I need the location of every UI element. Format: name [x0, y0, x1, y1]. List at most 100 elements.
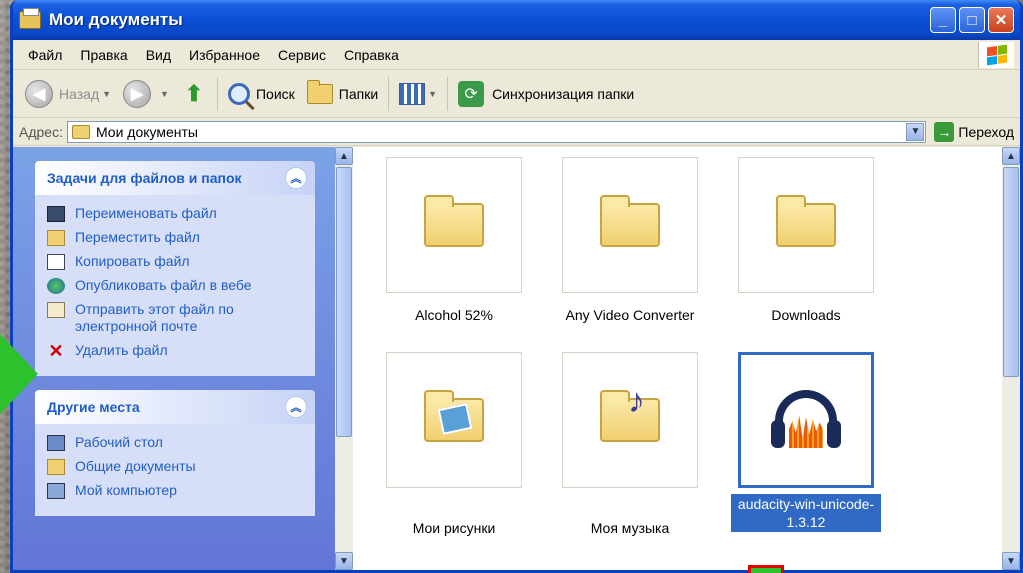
address-input[interactable]: Мои документы ▼: [66, 120, 927, 143]
task-copy[interactable]: Копировать файл: [47, 253, 315, 270]
delete-icon: ✕: [48, 341, 64, 361]
task-label: Отправить этот файл по электронной почте: [75, 301, 234, 334]
place-label: Мой компьютер: [75, 482, 177, 498]
scroll-up-icon[interactable]: ▲: [1002, 147, 1020, 165]
back-dropdown-icon[interactable]: ▼: [102, 89, 111, 99]
views-icon: [399, 82, 426, 105]
forward-dropdown-icon[interactable]: ▼: [160, 89, 169, 99]
back-arrow-icon: ◀: [25, 79, 53, 108]
windows-logo-icon: [978, 42, 1014, 68]
sync-label: Синхронизация папки: [492, 85, 635, 102]
address-bar: Адрес: Мои документы ▼ → Переход: [13, 118, 1020, 146]
file-name: Downloads: [771, 307, 841, 323]
file-name: Any Video Converter: [565, 307, 695, 323]
views-button[interactable]: ▼: [393, 74, 443, 114]
minimize-button[interactable]: _: [930, 7, 956, 33]
file-list-scrollbar[interactable]: ▲ ▼: [1002, 147, 1020, 570]
window-title: Мои документы: [49, 10, 183, 29]
folders-icon: [306, 79, 333, 104]
views-dropdown-icon[interactable]: ▼: [428, 89, 437, 99]
folder-icon: [424, 195, 484, 247]
task-pane: Задачи для файлов и папок ︽ Переименоват…: [13, 147, 353, 570]
task-email[interactable]: Отправить этот файл по электронной почте: [47, 301, 315, 335]
file-item-selected[interactable]: audacity-win-unicode-1.3.12: [721, 352, 891, 532]
folders-label: Папки: [338, 85, 379, 102]
place-shared-documents[interactable]: Общие документы: [47, 458, 315, 475]
computer-icon: [47, 483, 65, 499]
file-name: Alcohol 52%: [415, 307, 493, 323]
task-delete[interactable]: ✕ Удалить файл: [47, 341, 315, 361]
file-thumbnail: [386, 352, 522, 488]
task-label: Копировать файл: [75, 253, 190, 269]
search-button[interactable]: Поиск: [222, 74, 301, 114]
title-bar[interactable]: Мои документы _ □ ✕: [13, 0, 1020, 40]
menu-file[interactable]: Файл: [19, 47, 71, 63]
toolbar-separator: [216, 76, 218, 111]
folder-icon: [47, 459, 65, 475]
place-desktop[interactable]: Рабочий стол: [47, 434, 315, 451]
other-places-header[interactable]: Другие места ︽: [35, 390, 315, 424]
place-label: Общие документы: [75, 458, 196, 474]
task-pane-scrollbar[interactable]: ▲ ▼: [335, 147, 353, 570]
menu-bar: Файл Правка Вид Избранное Сервис Справка: [13, 40, 1020, 70]
address-value: Мои документы: [95, 123, 198, 140]
move-icon: [47, 230, 65, 246]
address-label: Адрес:: [19, 123, 63, 140]
file-thumbnail: ♪: [562, 352, 698, 488]
file-item[interactable]: Alcohol 52%: [369, 157, 539, 323]
back-button[interactable]: ◀ Назад ▼: [19, 74, 117, 114]
file-item[interactable]: Downloads: [721, 157, 891, 323]
scroll-up-icon[interactable]: ▲: [335, 147, 353, 165]
folder-up-icon: ⬆: [184, 80, 204, 106]
file-name: Моя музыка: [590, 520, 670, 536]
folder-icon: [600, 195, 660, 247]
file-tasks-header[interactable]: Задачи для файлов и папок ︽: [35, 161, 315, 195]
address-dropdown-icon[interactable]: ▼: [906, 122, 925, 141]
forward-button[interactable]: ▶ ▼: [117, 74, 175, 114]
file-item[interactable]: Any Video Converter: [545, 157, 715, 323]
go-button[interactable]: → Переход: [926, 121, 1020, 142]
file-name: audacity-win-unicode-1.3.12: [731, 494, 881, 532]
file-list: Alcohol 52% Any Video Converter Download…: [353, 147, 1020, 570]
scroll-down-icon[interactable]: ▼: [1002, 552, 1020, 570]
highlight-marker: [748, 565, 784, 573]
scrollbar-thumb[interactable]: [1003, 167, 1019, 377]
folders-button[interactable]: Папки: [301, 74, 384, 114]
scroll-down-icon[interactable]: ▼: [335, 552, 353, 570]
music-folder-icon: ♪: [600, 382, 660, 442]
email-icon: [47, 302, 65, 318]
scrollbar-thumb[interactable]: [336, 167, 352, 437]
other-places-title: Другие места: [47, 399, 140, 415]
maximize-button[interactable]: □: [959, 7, 985, 33]
back-label: Назад: [59, 85, 100, 102]
file-thumbnail: [738, 157, 874, 293]
close-button[interactable]: ✕: [988, 7, 1014, 33]
up-button[interactable]: ⬆: [175, 74, 213, 114]
task-rename[interactable]: Переименовать файл: [47, 205, 315, 222]
sync-button[interactable]: ⟳ Синхронизация папки: [452, 74, 640, 114]
place-my-computer[interactable]: Мой компьютер: [47, 482, 315, 499]
file-thumbnail: [562, 157, 698, 293]
menu-favorites[interactable]: Избранное: [180, 47, 269, 63]
explorer-window: Мои документы _ □ ✕ Файл Правка Вид Избр…: [10, 0, 1023, 573]
collapse-icon[interactable]: ︽: [285, 167, 307, 189]
task-label: Удалить файл: [75, 342, 168, 358]
file-item[interactable]: ♪ Моя музыка: [545, 352, 715, 536]
task-move[interactable]: Переместить файл: [47, 229, 315, 246]
search-icon: [227, 82, 250, 105]
file-tasks-title: Задачи для файлов и папок: [47, 170, 242, 186]
file-item[interactable]: Мои рисунки: [369, 352, 539, 536]
search-label: Поиск: [255, 85, 295, 102]
collapse-icon[interactable]: ︽: [285, 396, 307, 418]
menu-edit[interactable]: Правка: [71, 47, 136, 63]
my-documents-icon: [19, 8, 41, 29]
menu-tools[interactable]: Сервис: [269, 47, 335, 63]
task-label: Опубликовать файл в вебе: [75, 277, 252, 293]
desktop-icon: [47, 435, 65, 451]
file-tasks-body: Переименовать файл Переместить файл Копи…: [35, 195, 315, 376]
folder-icon: [71, 124, 90, 139]
folder-icon: [776, 195, 836, 247]
menu-help[interactable]: Справка: [335, 47, 408, 63]
menu-view[interactable]: Вид: [137, 47, 180, 63]
task-publish[interactable]: Опубликовать файл в вебе: [47, 277, 315, 294]
